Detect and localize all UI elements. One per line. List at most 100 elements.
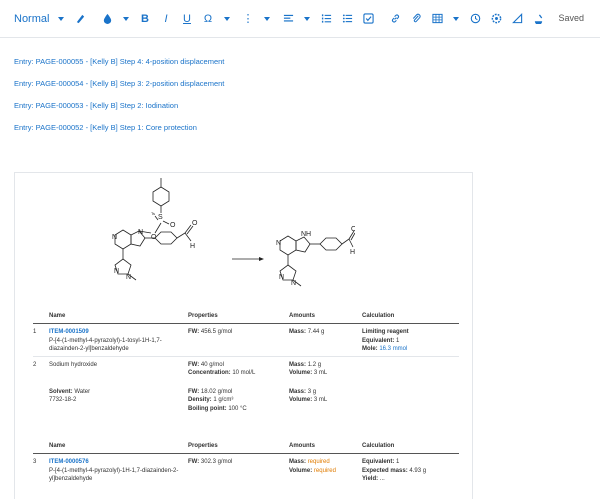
volume-label: Volume: xyxy=(289,467,313,474)
row-index: 2 xyxy=(33,355,49,380)
numbered-list-icon[interactable] xyxy=(318,11,334,27)
paragraph-style-dropdown[interactable]: Normal xyxy=(14,13,72,25)
more-options-button[interactable]: ⋮ xyxy=(240,11,256,27)
item-link[interactable]: ITEM-0001509 xyxy=(49,328,188,337)
entry-link[interactable]: Entry: PAGE-000054 - [Kelly B] Step 3: 2… xyxy=(14,79,224,101)
fw-value: 18.02 g/mol xyxy=(200,388,233,395)
table-row[interactable]: Solvent: Water 7732-18-2 FW: 18.02 g/mol… xyxy=(33,380,459,416)
bold-button[interactable]: B xyxy=(137,11,153,27)
yield-value: ... xyxy=(379,476,385,482)
mass-value[interactable]: 3 g xyxy=(308,389,316,395)
density-value: 1 g/cm³ xyxy=(213,397,234,403)
compound-name: Sodium hydroxide xyxy=(49,361,98,368)
table-row[interactable]: 3 ITEM-0000576 P-[4-(1-methyl-4-pyrazoly… xyxy=(33,454,459,486)
settings-icon[interactable] xyxy=(488,11,504,27)
mole-value: 16.3 mmol xyxy=(379,346,408,352)
column-header-name: Name xyxy=(49,441,188,454)
text-color-icon[interactable] xyxy=(99,11,115,27)
oxygen-label: O xyxy=(151,234,157,241)
column-header-calculation: Calculation xyxy=(362,311,459,324)
mass-value[interactable]: 7.44 g xyxy=(308,329,325,335)
chevron-down-icon[interactable] xyxy=(123,16,129,21)
entry-link[interactable]: Entry: PAGE-000052 - [Kelly B] Step 1: C… xyxy=(14,123,224,145)
fw-label: FW: xyxy=(188,361,200,368)
volume-label: Volume: xyxy=(289,370,313,376)
nitrogen-label: N xyxy=(279,274,284,281)
hydrogen-label: H xyxy=(350,249,355,256)
mass-label: Mass: xyxy=(289,459,307,465)
fw-label: FW: xyxy=(188,459,200,465)
fw-value: 302.3 g/mol xyxy=(200,459,233,465)
link-icon[interactable] xyxy=(387,11,403,27)
reactants-table: Name Properties Amounts Calculation 1 IT… xyxy=(33,311,459,415)
italic-button[interactable]: I xyxy=(158,11,174,27)
table-row[interactable]: 2 Sodium hydroxide FW: 40 g/mol Concentr… xyxy=(33,355,459,380)
column-header-calculation: Calculation xyxy=(362,441,459,454)
sulfur-label: S xyxy=(158,214,163,221)
nitrogen-label: N xyxy=(276,240,281,247)
column-header-amounts: Amounts xyxy=(289,441,362,454)
mass-required[interactable]: required xyxy=(308,459,330,465)
fw-label: FW: xyxy=(188,388,200,395)
nh-label: NH xyxy=(301,231,311,238)
nitrogen-label: N xyxy=(114,268,119,275)
volume-required[interactable]: required xyxy=(314,468,336,474)
attachment-icon[interactable] xyxy=(408,11,424,27)
nitrogen-label: N xyxy=(112,234,117,241)
nitrogen-label: N xyxy=(126,274,131,281)
equivalent-label: Equivalent: xyxy=(362,459,395,465)
signal-icon[interactable] xyxy=(509,11,525,27)
reaction-card: S Ts O O N N O H N N N NH O H N N Name P… xyxy=(14,172,473,499)
highlighter-icon[interactable] xyxy=(72,11,88,27)
clock-icon[interactable] xyxy=(467,11,483,27)
expected-mass-value: 4.93 g xyxy=(409,467,427,474)
save-status: Saved xyxy=(558,13,584,23)
item-link[interactable]: ITEM-0000576 xyxy=(49,458,188,467)
compound-name: P-[4-(1-methyl-4-pyrazolyl)-1H-1,7-diaza… xyxy=(49,467,179,483)
nitrogen-label: N xyxy=(138,229,143,236)
products-table: Name Properties Amounts Calculation 3 IT… xyxy=(33,441,459,486)
volume-value[interactable]: 3 mL xyxy=(314,397,327,403)
boiling-point-label: Boiling point: xyxy=(188,405,227,412)
table-icon[interactable] xyxy=(429,11,445,27)
yield-label: Yield: xyxy=(362,476,379,482)
column-header-properties: Properties xyxy=(188,441,289,454)
mass-value[interactable]: 1.2 g xyxy=(308,362,321,368)
equivalent-value: 1 xyxy=(396,337,400,344)
oxygen-label: O xyxy=(192,220,198,227)
boiling-point-value: 100 °C xyxy=(228,405,247,412)
density-label: Density: xyxy=(188,397,212,403)
align-icon[interactable] xyxy=(280,11,296,27)
mass-label: Mass: xyxy=(289,361,307,368)
concentration-value: 10 mol/L xyxy=(232,370,256,376)
row-index: 1 xyxy=(33,329,37,335)
reactant-structure xyxy=(114,178,194,281)
volume-value[interactable]: 3 mL xyxy=(314,370,327,376)
volume-label: Volume: xyxy=(289,397,313,403)
solvent-value: Water xyxy=(74,388,91,395)
chevron-down-icon[interactable] xyxy=(304,16,310,21)
equivalent-value: 1 xyxy=(396,459,400,465)
paragraph-style-label: Normal xyxy=(14,12,50,25)
chevron-down-icon[interactable] xyxy=(264,16,270,21)
special-characters-button[interactable]: Ω xyxy=(200,11,216,27)
chemistry-icon[interactable] xyxy=(530,11,546,27)
entry-link[interactable]: Entry: PAGE-000053 - [Kelly B] Step 2: I… xyxy=(14,101,224,123)
compound-name: P-[4-(1-methyl-4-pyrazolyl)-1-tosyl-1H-1… xyxy=(49,337,162,353)
hydrogen-label: H xyxy=(190,243,195,250)
checklist-icon[interactable] xyxy=(360,11,376,27)
oxygen-label: O xyxy=(170,222,176,229)
bulleted-list-icon[interactable] xyxy=(339,11,355,27)
oxygen-label: O xyxy=(351,226,355,233)
table-row[interactable]: 1 ITEM-0001509 P-[4-(1-methyl-4-pyrazoly… xyxy=(33,324,459,357)
chevron-down-icon[interactable] xyxy=(224,16,230,21)
fw-value: 40 g/mol xyxy=(200,361,224,368)
underline-button[interactable]: U xyxy=(179,11,195,27)
column-header-name: Name xyxy=(49,311,188,324)
chevron-down-icon[interactable] xyxy=(453,16,459,21)
entry-link[interactable]: Entry: PAGE-000055 - [Kelly B] Step 4: 4… xyxy=(14,57,224,79)
reaction-scheme[interactable]: S Ts O O N N O H N N N NH O H N N xyxy=(95,173,355,303)
column-header-properties: Properties xyxy=(188,311,289,324)
limiting-reagent-label: Limiting reagent xyxy=(362,329,409,335)
cas-number: 7732-18-2 xyxy=(49,397,77,403)
